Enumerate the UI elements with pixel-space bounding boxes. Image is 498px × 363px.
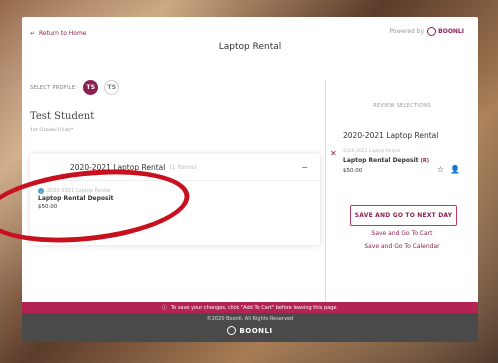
student-grade: 1st Grade/1/1st/*	[30, 127, 74, 133]
profile-avatar-active[interactable]: TS	[83, 80, 99, 95]
review-item-price: $50.00	[343, 168, 363, 174]
profile-avatar-secondary[interactable]: TS	[104, 80, 120, 95]
column-divider	[325, 80, 326, 310]
review-item-actions: ☆ 👤	[437, 165, 460, 174]
footer: ©2020 Boonli, All Rights Reserved BOONLI	[22, 313, 478, 342]
return-home-label: Return to Home	[39, 30, 87, 37]
review-selections-title: REVIEW SELECTIONS	[373, 103, 431, 109]
remove-item-icon[interactable]: ✕	[330, 149, 337, 158]
collapse-icon[interactable]: −	[301, 163, 308, 172]
review-heading: 2020-2021 Laptop Rental	[343, 131, 439, 140]
select-profile-label: SELECT PROFILE:	[30, 84, 78, 91]
item-count: (1 Items)	[169, 163, 197, 171]
banner-message: To save your changes, click "Add To Cart…	[170, 304, 339, 311]
boonli-logo-text: BOONLI	[438, 28, 464, 35]
profile-selector: SELECT PROFILE: TS TS	[30, 80, 120, 95]
save-warning-banner: ⓘ To save your changes, click "Add To Ca…	[22, 302, 478, 313]
footer-copyright: ©2020 Boonli, All Rights Reserved	[206, 316, 294, 322]
powered-by-label: Powered by	[389, 28, 425, 35]
footer-logo-icon	[227, 326, 237, 335]
boonli-logo: BOONLI	[427, 27, 464, 36]
add-user-icon[interactable]: 👤	[450, 165, 460, 174]
review-item-category: 2020-2021 Laptop Rental	[343, 149, 401, 154]
footer-brand-text: BOONLI	[239, 326, 273, 335]
footer-brand: BOONLI	[22, 326, 478, 335]
review-item-tag: (R)	[420, 158, 430, 164]
return-arrow-icon: ↵	[30, 30, 36, 37]
save-cart-link[interactable]: Save and Go To Cart	[326, 230, 478, 237]
student-name: Test Student	[30, 111, 95, 122]
review-item-name-row: Laptop Rental Deposit (R)	[343, 157, 429, 164]
save-next-day-button[interactable]: SAVE AND GO TO NEXT DAY	[350, 205, 457, 226]
save-calendar-link[interactable]: Save and Go To Calendar	[326, 243, 478, 250]
boonli-logo-icon	[427, 27, 437, 36]
page-title: Laptop Rental	[218, 42, 282, 52]
review-item-name: Laptop Rental Deposit	[343, 157, 419, 164]
info-icon: ⓘ	[161, 305, 167, 311]
return-home-link[interactable]: ↵ Return to Home	[30, 30, 87, 37]
star-icon[interactable]: ☆	[437, 165, 444, 174]
powered-by: Powered by BOONLI	[389, 27, 464, 36]
